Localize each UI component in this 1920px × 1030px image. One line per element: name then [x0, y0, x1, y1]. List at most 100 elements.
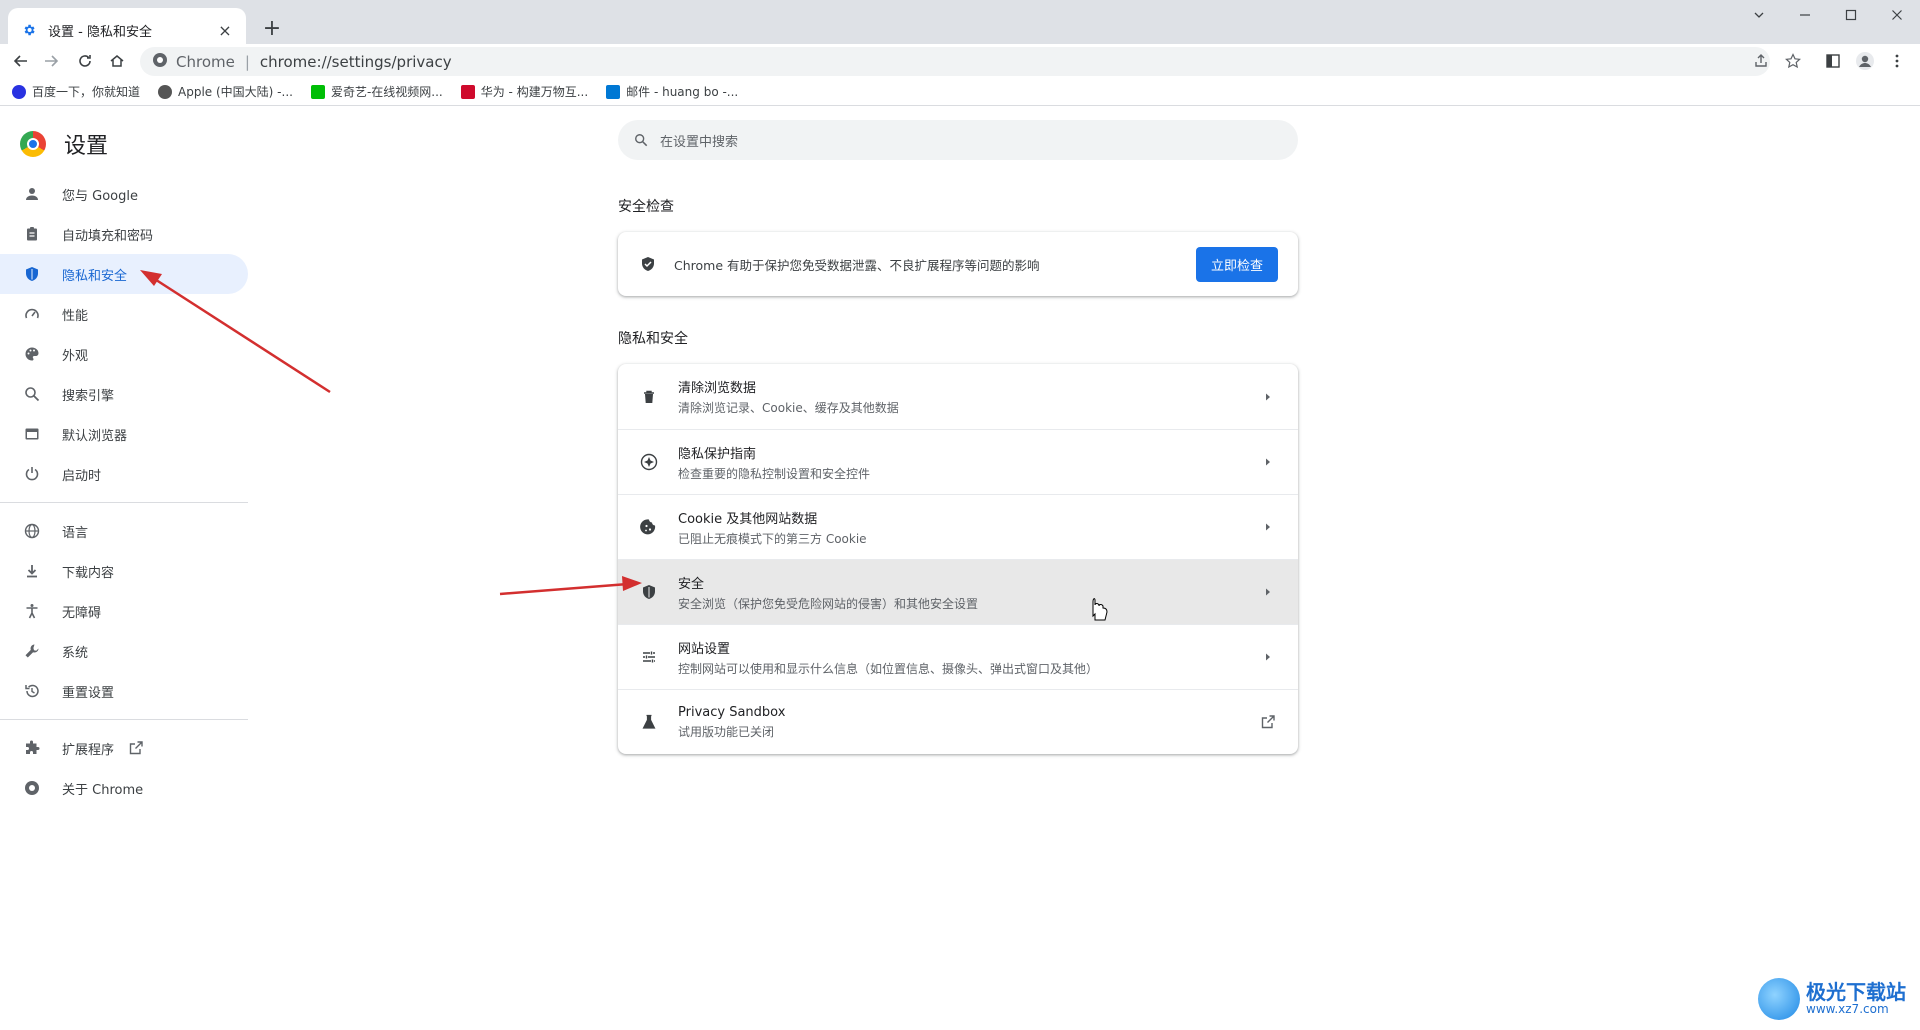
address-bar[interactable]: Chrome | chrome://settings/privacy: [140, 47, 1770, 76]
clipboard-icon: [22, 224, 42, 244]
back-icon[interactable]: [8, 48, 34, 74]
row-subtitle: 安全浏览（保护您免受危险网站的侵害）和其他安全设置: [678, 596, 979, 611]
row-subtitle: 清除浏览记录、Cookie、缓存及其他数据: [678, 401, 899, 415]
clear-browsing-data-row[interactable]: 清除浏览数据 清除浏览记录、Cookie、缓存及其他数据: [618, 364, 1298, 429]
bookmark-label: 华为 - 构建万物互...: [480, 85, 589, 99]
outlook-icon: [606, 84, 621, 99]
bookmark-item[interactable]: 爱奇艺-在线视频网...: [310, 83, 443, 100]
security-row[interactable]: 安全 安全浏览（保护您免受危险网站的侵害）和其他安全设置: [618, 559, 1298, 624]
sidebar-item-default-browser[interactable]: 默认浏览器: [0, 414, 248, 454]
sidebar-item-label: 下载内容: [62, 565, 115, 581]
row-text: Privacy Sandbox 试用版功能已关闭: [678, 705, 1258, 740]
row-title: 安全: [678, 576, 705, 592]
sidebar-item-performance[interactable]: 性能: [0, 294, 248, 334]
history-icon: [22, 681, 42, 701]
home-icon[interactable]: [104, 48, 130, 74]
star-icon[interactable]: [1780, 48, 1806, 74]
gear-icon: [20, 21, 38, 39]
privacy-sandbox-row[interactable]: Privacy Sandbox 试用版功能已关闭: [618, 689, 1298, 754]
sidebar-item-label: 自动填充和密码: [62, 228, 154, 244]
sidebar-item-downloads[interactable]: 下载内容: [0, 551, 248, 591]
sidebar-item-label: 默认浏览器: [62, 428, 128, 444]
close-icon[interactable]: ×: [216, 21, 234, 40]
sidebar-item-label: 无障碍: [62, 605, 102, 621]
sidebar-item-you-and-google[interactable]: 您与 Google: [0, 174, 248, 214]
share-icon[interactable]: [1748, 48, 1774, 74]
sidebar-item-accessibility[interactable]: 无障碍: [0, 591, 248, 631]
bookmarks-bar: 百度一下，你就知道 Apple (中国大陆) -... 爱奇艺-在线视频网...…: [0, 78, 1920, 106]
puzzle-icon: [22, 738, 42, 758]
new-tab-button[interactable]: +: [258, 14, 286, 42]
reload-icon[interactable]: [72, 48, 98, 74]
row-text: Cookie 及其他网站数据 已阻止无痕模式下的第三方 Cookie: [678, 508, 1258, 547]
sidebar-item-label: 扩展程序: [62, 742, 115, 758]
sidebar-item-search-engine[interactable]: 搜索引擎: [0, 374, 248, 414]
sidebar-item-label: 系统: [62, 645, 89, 661]
sidebar-item-privacy[interactable]: 隐私和安全: [0, 254, 248, 294]
cookies-row[interactable]: Cookie 及其他网站数据 已阻止无痕模式下的第三方 Cookie: [618, 494, 1298, 559]
sidebar-item-on-startup[interactable]: 启动时: [0, 454, 248, 494]
bookmark-item[interactable]: 百度一下，你就知道: [12, 83, 140, 100]
huawei-icon: [460, 84, 475, 99]
privacy-heading: 隐私和安全: [618, 331, 688, 347]
site-settings-row[interactable]: 网站设置 控制网站可以使用和显示什么信息（如位置信息、摄像头、弹出式窗口及其他）: [618, 624, 1298, 689]
site-chip[interactable]: Chrome: [152, 52, 235, 72]
privacy-guide-row[interactable]: 隐私保护指南 检查重要的隐私控制设置和安全控件: [618, 429, 1298, 494]
row-text: 网站设置 控制网站可以使用和显示什么信息（如位置信息、摄像头、弹出式窗口及其他）: [678, 638, 1258, 677]
chevron-right-icon: [1258, 647, 1278, 667]
safety-check-text: Chrome 有助于保护您免受数据泄露、不良扩展程序等问题的影响: [674, 257, 1040, 273]
toolbar: Chrome | chrome://settings/privacy: [0, 44, 1920, 78]
row-title: Cookie 及其他网站数据: [678, 511, 818, 527]
sidebar-item-reset[interactable]: 重置设置: [0, 671, 248, 711]
close-window-icon[interactable]: [1874, 0, 1920, 30]
sidebar-item-label: 您与 Google: [62, 188, 138, 204]
bookmark-item[interactable]: 邮件 - huang bo -...: [606, 83, 738, 100]
sidebar-item-extensions[interactable]: 扩展程序: [0, 728, 248, 768]
minimize-icon[interactable]: [1782, 0, 1828, 30]
iqiyi-icon: [310, 84, 325, 99]
url-text[interactable]: chrome://settings/privacy: [260, 53, 452, 71]
search-icon: [632, 131, 650, 149]
profile-avatar-icon[interactable]: [1852, 48, 1878, 74]
maximize-icon[interactable]: [1828, 0, 1874, 30]
tune-icon: [638, 646, 660, 668]
sidebar-item-languages[interactable]: 语言: [0, 511, 248, 551]
chevron-right-icon: [1258, 517, 1278, 537]
download-icon: [22, 561, 42, 581]
chrome-logo-icon: [20, 131, 46, 157]
sidebar-item-label: 语言: [62, 525, 89, 541]
row-title: 隐私保护指南: [678, 446, 757, 462]
row-subtitle: 检查重要的隐私控制设置和安全控件: [678, 466, 871, 481]
sidebar-item-label: 隐私和安全: [62, 268, 128, 284]
shield-icon: [638, 581, 660, 603]
compass-icon: [638, 451, 660, 473]
row-subtitle: 控制网站可以使用和显示什么信息（如位置信息、摄像头、弹出式窗口及其他）: [678, 661, 1099, 676]
bookmark-label: 百度一下，你就知道: [32, 85, 141, 99]
chevron-down-icon[interactable]: [1736, 0, 1782, 30]
watermark-text: 极光下载站 www.xz7.com: [1806, 981, 1906, 1016]
bookmark-item[interactable]: Apple (中国大陆) -...: [158, 83, 293, 100]
forward-icon[interactable]: [38, 48, 64, 74]
row-text: 隐私保护指南 检查重要的隐私控制设置和安全控件: [678, 443, 1258, 482]
check-now-button[interactable]: 立即检查: [1195, 246, 1278, 282]
baidu-icon: [12, 84, 26, 99]
sidebar-item-autofill[interactable]: 自动填充和密码: [0, 214, 248, 254]
menu-icon[interactable]: [1884, 48, 1910, 74]
sidebar-item-label: 关于 Chrome: [62, 782, 144, 798]
power-icon: [22, 464, 42, 484]
search-placeholder: 在设置中搜索: [660, 134, 739, 150]
sidebar-item-appearance[interactable]: 外观: [0, 334, 248, 374]
sidebar-item-about-chrome[interactable]: 关于 Chrome: [0, 768, 248, 808]
sidebar-item-label: 性能: [62, 308, 89, 324]
safety-check-card: Chrome 有助于保护您免受数据泄露、不良扩展程序等问题的影响 立即检查: [618, 232, 1298, 296]
sidebar-item-system[interactable]: 系统: [0, 631, 248, 671]
safety-check-row: Chrome 有助于保护您免受数据泄露、不良扩展程序等问题的影响 立即检查: [618, 232, 1298, 296]
settings-sidebar: 设置 您与 Google 自动填充和密码 隐私和安全 性能 外观 搜索引擎 默认…: [0, 112, 256, 1030]
row-subtitle: 试用版功能已关闭: [678, 724, 775, 739]
browser-icon: [22, 424, 42, 444]
side-panel-icon[interactable]: [1820, 48, 1846, 74]
search-input[interactable]: 在设置中搜索: [618, 120, 1298, 160]
privacy-card: 清除浏览数据 清除浏览记录、Cookie、缓存及其他数据 隐私保护指南 检查重要…: [618, 364, 1298, 754]
chrome-icon: [22, 778, 42, 798]
bookmark-item[interactable]: 华为 - 构建万物互...: [460, 83, 589, 100]
